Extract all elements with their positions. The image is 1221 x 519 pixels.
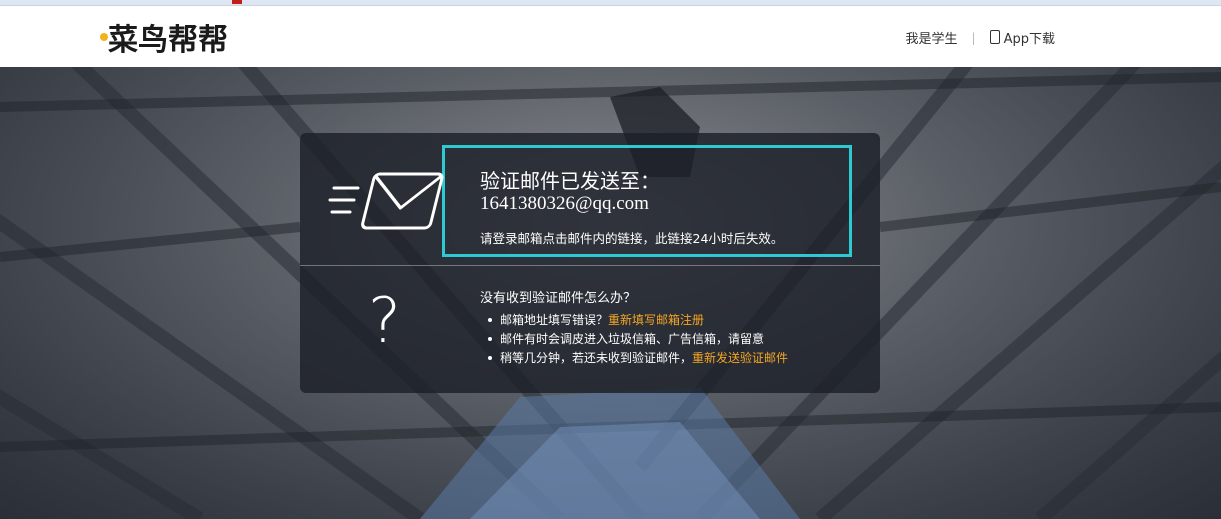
help-item-spam-folder: 邮件有时会调皮进入垃圾信箱、广告信箱，请留意 (488, 330, 788, 349)
nav-separator: | (971, 30, 976, 45)
tab-indicator (232, 0, 242, 4)
header-nav: 我是学生 | App下载 (906, 28, 1055, 47)
envelope-icon (328, 172, 444, 230)
logo-dot (100, 33, 108, 41)
bullet-icon (488, 317, 492, 322)
help-item-resend: 稍等几分钟，若还未收到验证邮件，重新发送验证邮件 (488, 349, 788, 368)
card-divider (300, 265, 880, 266)
help-list: 邮箱地址填写错误？重新填写邮箱注册 邮件有时会调皮进入垃圾信箱、广告信箱，请留意… (488, 311, 788, 368)
link-expiry-note: 请登录邮箱点击邮件内的链接，此链接24小时后失效。 (480, 231, 784, 246)
bullet-icon (488, 336, 492, 341)
bullet-icon (488, 355, 492, 360)
site-logo[interactable]: 菜鸟帮帮 (98, 16, 228, 58)
logo-text: 菜鸟帮帮 (108, 23, 228, 58)
nav-app-download-link[interactable]: App下载 (1004, 28, 1055, 47)
help-title: 没有收到验证邮件怎么办？ (480, 291, 637, 306)
resend-email-link[interactable]: 重新发送验证邮件 (692, 351, 788, 365)
help-item-text: 稍等几分钟，若还未收到验证邮件， (500, 351, 693, 365)
help-item-text: 邮件有时会调皮进入垃圾信箱、广告信箱，请留意 (500, 332, 765, 346)
site-header: 菜鸟帮帮 我是学生 | App下载 (0, 6, 1221, 67)
help-item-wrong-email: 邮箱地址填写错误？重新填写邮箱注册 (488, 311, 788, 330)
nav-student-link[interactable]: 我是学生 (906, 28, 958, 47)
re-register-link[interactable]: 重新填写邮箱注册 (608, 313, 704, 327)
phone-icon (989, 29, 1000, 44)
sent-email-address: 1641380326@qq.com (480, 193, 649, 214)
sent-title: 验证邮件已发送至： (480, 169, 660, 193)
question-icon: ? (368, 284, 401, 357)
help-item-text: 邮箱地址填写错误？ (500, 313, 609, 327)
